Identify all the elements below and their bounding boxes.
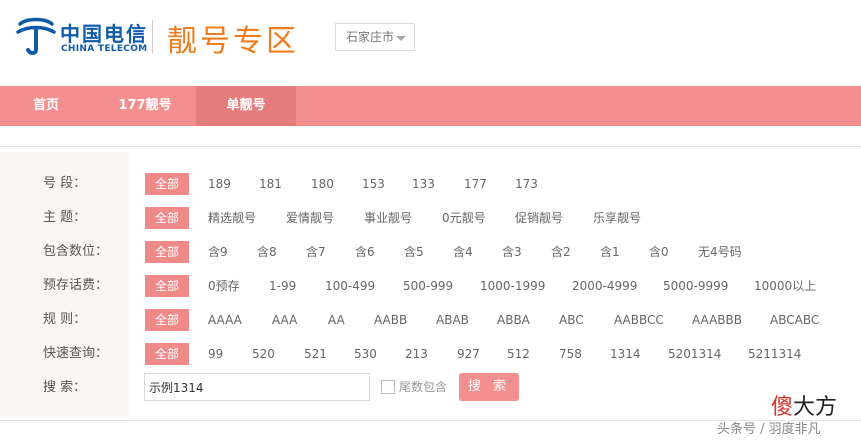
filter-row-prepaid: 预存话费： 全部 0预存 1-99 100-499 500-999 1000-1… (0, 275, 861, 297)
filter-option[interactable]: 含6 (355, 241, 375, 263)
filter-option[interactable]: 2000-4999 (572, 275, 637, 297)
filter-option[interactable]: 189 (208, 173, 231, 195)
filter-option[interactable]: 512 (507, 343, 530, 365)
filter-option[interactable]: AABB (374, 309, 407, 331)
city-select[interactable]: 石家庄市 (335, 23, 415, 51)
chevron-down-icon (396, 36, 406, 41)
filter-option[interactable]: 含7 (306, 241, 326, 263)
filter-row-segment: 号 段： 全部 189 181 180 153 133 177 173 (0, 173, 861, 195)
filter-option[interactable]: 99 (208, 343, 223, 365)
filter-option[interactable]: 1314 (610, 343, 641, 365)
tail-match-checkbox[interactable] (381, 380, 395, 394)
filter-option[interactable]: 181 (259, 173, 282, 195)
search-label: 搜 索： (43, 380, 87, 395)
filter-option[interactable]: 全部 (145, 343, 189, 365)
filter-label: 规 则： (43, 312, 87, 327)
header: 中国电信 CHINA TELECOM 靓号专区 石家庄市 (0, 0, 861, 86)
nav-item-single[interactable]: 单靓号 (196, 86, 296, 126)
filter-option[interactable]: 含5 (404, 241, 424, 263)
filter-row-digits: 包含数位： 全部 含9 含8 含7 含6 含5 含4 含3 含2 含1 含0 无… (0, 241, 861, 263)
filter-option[interactable]: 爱情靓号 (286, 207, 334, 229)
filter-option[interactable]: 全部 (145, 309, 189, 331)
filter-row-theme: 主 题： 全部 精选靓号 爱情靓号 事业靓号 0元靓号 促销靓号 乐享靓号 (0, 207, 861, 229)
filter-option[interactable]: 含8 (257, 241, 277, 263)
filter-option[interactable]: 1000-1999 (480, 275, 545, 297)
filter-option[interactable]: ABBA (497, 309, 530, 331)
filter-label: 预存话费： (43, 278, 109, 293)
watermark-brand-rest: 大方 (793, 395, 838, 420)
filter-option[interactable]: 乐享靓号 (593, 207, 641, 229)
filter-option[interactable]: 213 (405, 343, 428, 365)
filter-option[interactable]: 100-499 (325, 275, 375, 297)
filter-row-quick: 快速查询： 全部 99 520 521 530 213 927 512 758 … (0, 343, 861, 365)
filter-option[interactable]: 520 (252, 343, 275, 365)
filter-option[interactable]: 927 (457, 343, 480, 365)
filter-option[interactable]: 5201314 (668, 343, 721, 365)
city-select-value: 石家庄市 (346, 30, 395, 44)
filter-option[interactable]: 530 (354, 343, 377, 365)
filter-option[interactable]: 含9 (208, 241, 228, 263)
filter-option[interactable]: ABCABC (770, 309, 819, 331)
filter-option[interactable]: 10000以上 (754, 275, 816, 297)
search-row: 搜 索： 尾数包含 搜 索 (0, 373, 861, 403)
divider (0, 146, 861, 147)
filter-option[interactable]: AA (328, 309, 345, 331)
china-telecom-logo[interactable]: 中国电信 CHINA TELECOM (16, 14, 156, 58)
filter-panel: 号 段： 全部 189 181 180 153 133 177 173 主 题：… (0, 152, 861, 422)
filter-option[interactable]: AABBCC (614, 309, 664, 331)
filter-option[interactable]: AAA (272, 309, 297, 331)
filter-option[interactable]: 0预存 (208, 275, 240, 297)
filter-option[interactable]: 含0 (649, 241, 669, 263)
watermark-author: 头条号 / 羽度非凡 (717, 422, 821, 437)
filter-option[interactable]: 180 (311, 173, 334, 195)
filter-option[interactable]: 全部 (145, 275, 189, 297)
nav-item-177[interactable]: 177靓号 (102, 86, 188, 126)
filter-label: 号 段： (43, 176, 87, 191)
logo-english-name: CHINA TELECOM (61, 44, 148, 54)
filter-option[interactable]: 177 (464, 173, 487, 195)
filter-option[interactable]: 173 (515, 173, 538, 195)
filter-option[interactable]: 全部 (145, 207, 189, 229)
china-telecom-logo-icon (16, 17, 56, 55)
filter-option[interactable]: 758 (559, 343, 582, 365)
filter-option[interactable]: 5000-9999 (663, 275, 728, 297)
filter-label: 包含数位： (43, 244, 109, 259)
filter-option[interactable]: 无4号码 (698, 241, 742, 263)
filter-option[interactable]: 521 (304, 343, 327, 365)
watermark-brand: 傻大方 (771, 389, 837, 421)
page-title: 靓号专区 (167, 24, 299, 59)
filter-option[interactable]: ABC (559, 309, 584, 331)
filter-option[interactable]: 事业靓号 (364, 207, 412, 229)
filter-option[interactable]: 含3 (502, 241, 522, 263)
filter-option[interactable]: 全部 (145, 173, 189, 195)
filter-option[interactable]: AAABBB (692, 309, 742, 331)
main-nav: 首页 177靓号 单靓号 (0, 86, 861, 126)
filter-option[interactable]: 5211314 (748, 343, 801, 365)
filter-label: 快速查询： (43, 346, 109, 361)
filter-option[interactable]: 0元靓号 (442, 207, 486, 229)
filter-option[interactable]: 153 (362, 173, 385, 195)
filter-option[interactable]: 含1 (600, 241, 620, 263)
filter-option[interactable]: 精选靓号 (208, 207, 256, 229)
search-button[interactable]: 搜 索 (459, 373, 519, 401)
filter-option[interactable]: 1-99 (269, 275, 296, 297)
tail-match-label: 尾数包含 (399, 380, 448, 394)
logo-chinese-name: 中国电信 (60, 22, 148, 46)
watermark-brand-accent: 傻 (771, 395, 794, 420)
filter-option[interactable]: 促销靓号 (515, 207, 563, 229)
filter-option[interactable]: 含4 (453, 241, 473, 263)
filter-option[interactable]: AAAA (208, 309, 242, 331)
filter-option[interactable]: 全部 (145, 241, 189, 263)
filter-option[interactable]: ABAB (436, 309, 469, 331)
filter-row-pattern: 规 则： 全部 AAAA AAA AA AABB ABAB ABBA ABC A… (0, 309, 861, 331)
search-input[interactable] (144, 373, 370, 401)
logo-divider (152, 20, 153, 54)
filter-option[interactable]: 500-999 (403, 275, 453, 297)
nav-item-home[interactable]: 首页 (16, 86, 76, 126)
filter-option[interactable]: 含2 (551, 241, 571, 263)
filter-option[interactable]: 133 (412, 173, 435, 195)
filter-label: 主 题： (43, 210, 87, 225)
